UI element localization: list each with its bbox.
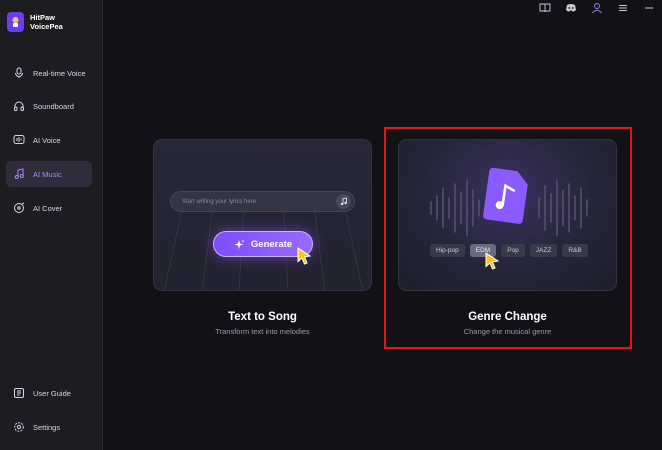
headphones-icon [14,101,24,111]
music-note-icon [14,168,24,179]
sidebar-item-settings[interactable]: Settings [6,414,92,440]
cursor-icon [297,247,312,265]
sidebar-item-ai-cover[interactable]: AI Cover [6,195,92,221]
music-note-icon[interactable] [336,194,351,209]
sidebar-item-ai-music[interactable]: AI Music [6,161,92,187]
menu-button[interactable] [610,0,636,16]
user-icon [592,3,602,14]
menu-icon [619,5,627,11]
lyrics-placeholder: Start writing your lyrics here [182,198,257,205]
sidebar-item-soundboard[interactable]: Soundboard [6,93,92,119]
text-to-song-card[interactable]: Start writing your lyrics here Generate [153,139,372,291]
ai-voice-icon [13,135,25,144]
app-logo-icon [7,12,24,32]
gear-icon [14,422,24,432]
text-to-song-preview[interactable]: Start writing your lyrics here Generate [153,139,372,291]
discord-icon [566,4,576,12]
sidebar-item-ai-voice[interactable]: AI Voice [6,127,92,153]
minimize-icon [645,7,653,9]
sidebar-item-label: AI Music [33,169,62,179]
brand: HitPaw VoicePea [7,12,63,32]
sidebar-item-label: Real-time Voice [33,68,86,78]
window-controls [532,0,662,16]
sidebar-item-label: User Guide [33,388,71,398]
sidebar-item-user-guide[interactable]: User Guide [6,380,92,406]
book-icon [14,388,24,398]
discord-button[interactable] [558,0,584,16]
sidebar-item-label: AI Cover [33,203,63,213]
minimize-button[interactable] [636,0,662,16]
guide-button[interactable] [532,0,558,16]
sparkle-icon [234,239,245,249]
vinyl-icon [14,202,25,213]
selection-highlight [384,127,632,349]
lyrics-input[interactable]: Start writing your lyrics here [170,191,355,212]
book-icon [539,3,551,13]
microphone-icon [15,67,23,78]
text-to-song-subtitle: Transform text into melodies [215,327,310,336]
text-to-song-title: Text to Song [228,311,297,323]
sidebar-item-label: AI Voice [33,135,61,145]
sidebar: HitPaw VoicePea Real-time Voice Soundboa… [0,0,103,450]
sidebar-item-label: Settings [33,422,61,432]
sidebar-item-label: Soundboard [33,101,74,111]
app-name-line2: VoicePea [30,22,63,31]
app-name-line1: HitPaw [30,13,56,22]
account-button[interactable] [584,0,610,16]
sidebar-item-real-time-voice[interactable]: Real-time Voice [6,60,92,86]
generate-label: Generate [250,238,293,250]
